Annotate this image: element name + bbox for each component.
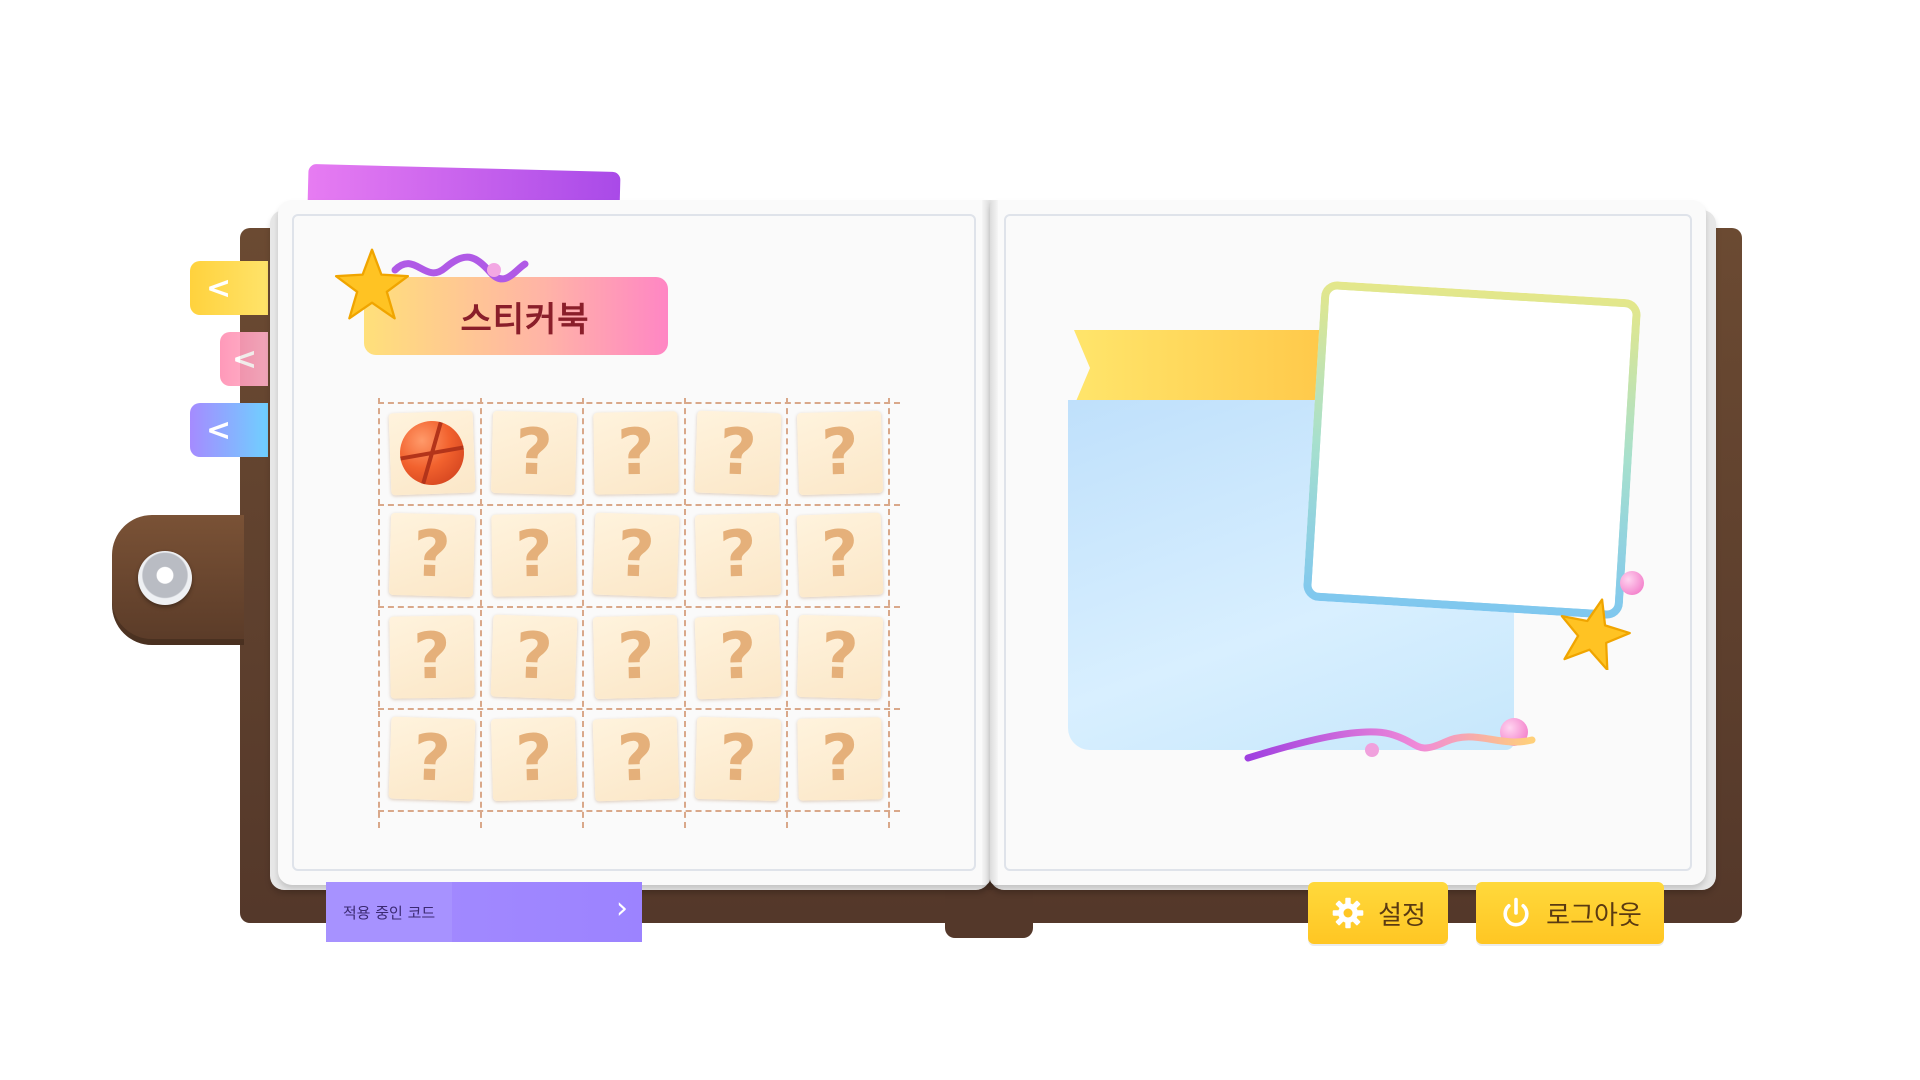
star-icon (334, 248, 410, 320)
question-mark-icon: ? (820, 517, 860, 593)
dot-decoration-icon (1620, 571, 1644, 595)
sticker-slot-locked[interactable]: ? (490, 716, 578, 802)
ribbon-decoration (1074, 330, 1324, 406)
grid-line (582, 398, 584, 828)
question-mark-icon: ? (514, 415, 554, 491)
question-mark-icon: ? (616, 415, 656, 491)
gear-icon (1332, 897, 1364, 929)
squiggle-decoration-icon (391, 253, 529, 283)
power-icon (1503, 897, 1529, 927)
question-mark-icon: ? (820, 721, 860, 797)
question-mark-icon: ? (820, 619, 860, 695)
grid-line (378, 504, 900, 506)
question-mark-icon: ? (718, 415, 758, 491)
sticker-slot-locked[interactable]: ? (796, 512, 884, 598)
question-mark-icon: ? (616, 517, 656, 593)
sticker-slot-unlocked[interactable] (388, 410, 476, 496)
sticker-grid: ??????????????????? (378, 398, 900, 828)
side-tab-pink[interactable]: < (220, 332, 268, 386)
settings-button[interactable]: 설정 (1308, 882, 1448, 944)
chevron-left-icon: < (206, 412, 232, 448)
sticker-slot-locked[interactable]: ? (796, 614, 884, 700)
question-mark-icon: ? (412, 721, 452, 797)
question-mark-icon: ? (514, 517, 554, 593)
question-mark-icon: ? (616, 619, 656, 695)
question-mark-icon: ? (616, 721, 656, 797)
book-spine (982, 200, 998, 890)
question-mark-icon: ? (514, 619, 554, 695)
chevron-left-icon: < (232, 341, 258, 377)
grid-line (378, 810, 900, 812)
question-mark-icon: ? (514, 721, 554, 797)
active-code-label: 적용 중인 코드 (326, 882, 452, 942)
sticker-slot-locked[interactable]: ? (490, 410, 578, 496)
sticker-slot-locked[interactable]: ? (389, 615, 475, 699)
grid-line (888, 398, 890, 828)
question-mark-icon: ? (412, 619, 452, 695)
book-bottom-tab (945, 888, 1033, 938)
grid-line (480, 398, 482, 828)
logout-button[interactable]: 로그아웃 (1476, 882, 1664, 944)
sticker-slot-locked[interactable]: ? (694, 614, 782, 700)
sticker-slot-locked[interactable]: ? (593, 411, 679, 495)
sticker-slot-locked[interactable]: ? (388, 512, 476, 598)
clasp-button-icon (138, 551, 192, 605)
settings-label: 설정 (1378, 900, 1426, 931)
sticker-photo-frame (1302, 280, 1642, 620)
grid-line (786, 398, 788, 828)
basketball-icon (398, 419, 466, 487)
chevron-right-icon: › (616, 891, 628, 926)
book-clasp (112, 515, 244, 645)
sticker-slot-locked[interactable]: ? (592, 614, 680, 700)
grid-line (378, 398, 380, 828)
sticker-slot-locked[interactable]: ? (388, 716, 476, 802)
sticker-slot-locked[interactable]: ? (491, 513, 577, 597)
question-mark-icon: ? (718, 619, 758, 695)
active-code-bar[interactable]: 적용 중인 코드 › (326, 882, 642, 942)
question-mark-icon: ? (412, 517, 452, 593)
grid-line (378, 402, 900, 404)
star-icon (1560, 598, 1631, 670)
sticker-slot-locked[interactable]: ? (592, 716, 680, 802)
side-tab-yellow[interactable]: < (190, 261, 268, 315)
question-mark-icon: ? (718, 517, 758, 593)
sticker-slot-locked[interactable]: ? (694, 410, 782, 496)
squiggle-decoration-icon (1244, 728, 1536, 762)
question-mark-icon: ? (718, 721, 758, 797)
sticker-slot-locked[interactable]: ? (490, 614, 578, 700)
page-title: 스티커북 (460, 299, 590, 340)
question-mark-icon: ? (820, 415, 860, 491)
side-tab-blue[interactable]: < (190, 403, 268, 457)
sticker-slot-locked[interactable]: ? (796, 410, 884, 496)
sticker-slot-locked[interactable]: ? (797, 717, 883, 801)
grid-line (684, 398, 686, 828)
chevron-left-icon: < (206, 270, 232, 306)
sticker-slot-locked[interactable]: ? (694, 512, 782, 598)
sticker-slot-locked[interactable]: ? (694, 716, 782, 802)
logout-label: 로그아웃 (1546, 900, 1642, 931)
grid-line (378, 708, 900, 710)
grid-line (378, 606, 900, 608)
sticker-slot-locked[interactable]: ? (592, 512, 680, 598)
